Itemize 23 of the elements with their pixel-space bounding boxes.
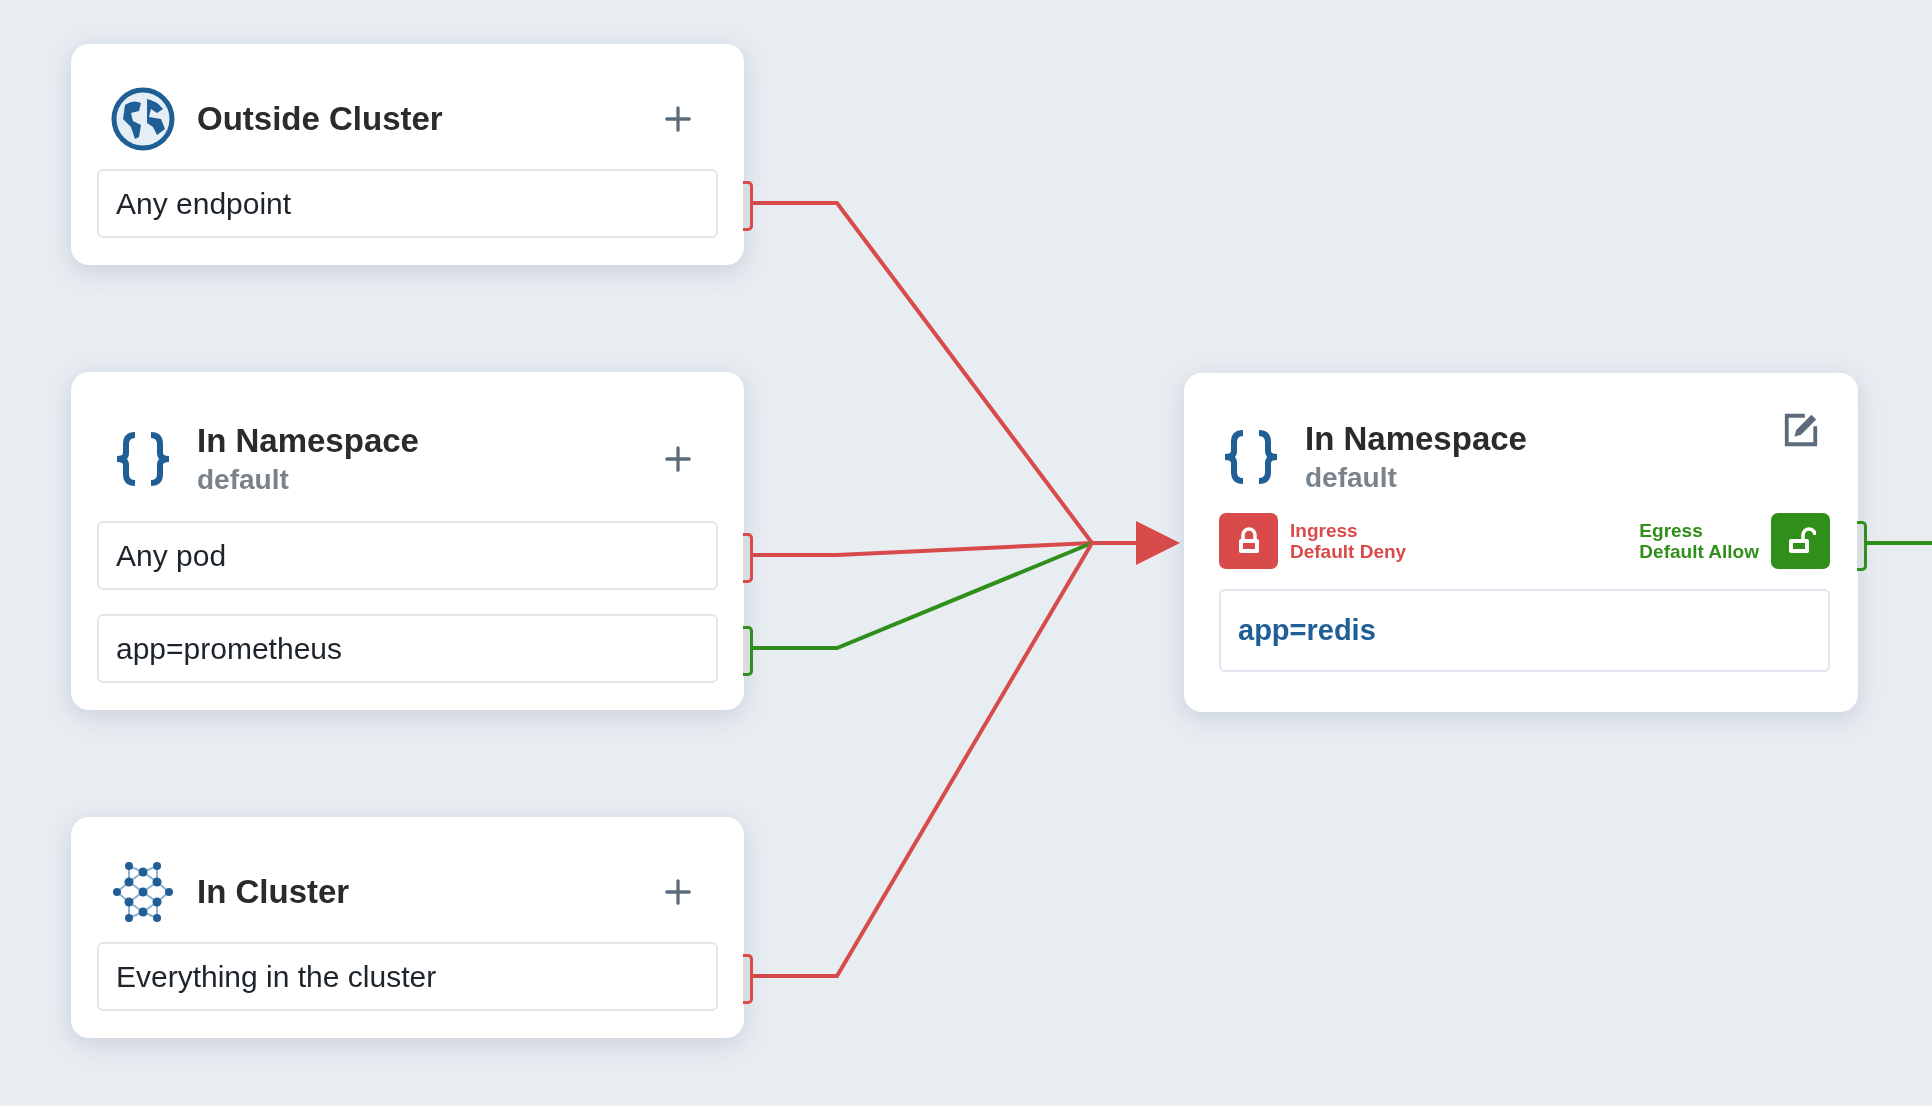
- selector-field[interactable]: Any pod: [97, 521, 718, 590]
- ingress-label: Ingress: [1290, 520, 1359, 541]
- connector-line: [1866, 541, 1932, 545]
- port-handle[interactable]: [743, 533, 753, 583]
- network-icon: [111, 859, 175, 924]
- selector-field[interactable]: app=prometheus: [97, 614, 718, 683]
- port-handle[interactable]: [743, 954, 753, 1004]
- card-title: In Cluster: [197, 872, 351, 911]
- egress-label: Egress: [1639, 520, 1704, 541]
- egress-policy: Default Allow: [1639, 541, 1759, 562]
- card-title: Outside Cluster: [197, 99, 444, 138]
- card-subtitle: default: [197, 463, 290, 496]
- selector-field[interactable]: app=redis: [1219, 589, 1830, 672]
- ingress-policy: Default Deny: [1290, 541, 1407, 562]
- card-title: In Namespace: [1305, 420, 1528, 458]
- card-subtitle: default: [1305, 462, 1398, 494]
- card-title: In Namespace: [197, 421, 420, 460]
- port-handle[interactable]: [743, 626, 753, 676]
- port-handle[interactable]: [1857, 521, 1867, 571]
- port-handle[interactable]: [743, 181, 753, 231]
- selector-field[interactable]: Everything in the cluster: [97, 942, 718, 1011]
- selector-field[interactable]: Any endpoint: [97, 169, 718, 238]
- globe-icon: [111, 86, 175, 151]
